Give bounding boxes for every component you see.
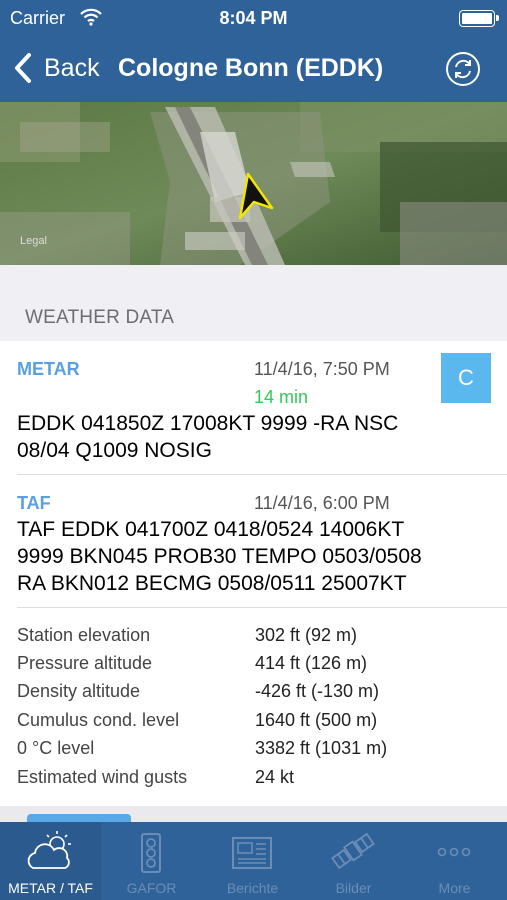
info-row-cumulus-level: Cumulus cond. level 1640 ft (500 m) [17, 710, 487, 738]
info-row-freezing-level: 0 °C level 3382 ft (1031 m) [17, 738, 487, 766]
metar-line: 08/04 Q1009 NOSIG [17, 439, 212, 462]
tab-bar: METAR / TAF GAFOR Berichte Bilder More [0, 822, 507, 900]
info-key: Pressure altitude [17, 653, 153, 673]
tab-label: Berichte [226, 880, 279, 896]
info-key: 0 °C level [17, 738, 95, 758]
chevron-left-icon [15, 53, 31, 83]
taf-line: TAF EDDK 041700Z 0418/0524 14006KT [17, 518, 405, 541]
battery-icon [459, 10, 499, 27]
info-key: Cumulus cond. level [17, 710, 180, 730]
info-value: 414 ft (126 m) [255, 653, 368, 673]
taf-line: 9999 BKN045 PROB30 TEMPO 0503/0508 [17, 545, 422, 568]
satellite-icon [331, 832, 375, 870]
metar-timestamp: 11/4/16, 7:50 PM [254, 359, 390, 379]
navigation-bar: Back Cologne Bonn (EDDK) [0, 38, 507, 102]
info-value: 3382 ft (1031 m) [255, 738, 388, 758]
tab-label: GAFOR [126, 880, 177, 896]
tab-gafor[interactable]: GAFOR [101, 822, 202, 900]
info-row-density-altitude: Density altitude -426 ft (-130 m) [17, 681, 487, 709]
map-legal-link[interactable]: Legal [20, 235, 47, 247]
airport-map[interactable]: Legal [0, 102, 507, 265]
divider [17, 607, 507, 608]
info-row-wind-gusts: Estimated wind gusts 24 kt [17, 767, 487, 795]
status-bar: Carrier 8:04 PM [0, 0, 507, 38]
info-key: Density altitude [17, 681, 141, 701]
page-title: Cologne Bonn (EDDK) [118, 54, 384, 82]
metar-label: METAR [17, 359, 80, 379]
section-title: WEATHER DATA [25, 307, 175, 328]
info-key: Station elevation [17, 625, 151, 645]
copy-button[interactable]: C [441, 353, 491, 403]
back-button[interactable]: Back [12, 52, 100, 84]
traffic-light-icon [141, 833, 161, 873]
info-key: Estimated wind gusts [17, 767, 188, 787]
cloud-sun-icon [27, 831, 71, 869]
info-row-station-elevation: Station elevation 302 ft (92 m) [17, 625, 487, 653]
tab-berichte[interactable]: Berichte [202, 822, 303, 900]
tab-label: Bilder [335, 880, 372, 896]
tab-metar-taf[interactable]: METAR / TAF [0, 822, 101, 900]
weather-card: METAR 11/4/16, 7:50 PM 14 min C EDDK 041… [0, 341, 507, 806]
tab-label: More [438, 880, 471, 896]
info-value: 1640 ft (500 m) [255, 710, 378, 730]
newspaper-icon [232, 837, 272, 869]
taf-label: TAF [17, 493, 51, 513]
metar-report: EDDK 041850Z 17008KT 9999 -RA NSC 08/04 … [17, 410, 497, 464]
back-label: Back [44, 53, 100, 82]
metar-line: EDDK 041850Z 17008KT 9999 -RA NSC [17, 412, 399, 435]
taf-timestamp: 11/4/16, 6:00 PM [254, 493, 390, 513]
scroll-indicator [27, 814, 131, 822]
taf-report: TAF EDDK 041700Z 0418/0524 14006KT 9999 … [17, 516, 497, 597]
info-row-pressure-altitude: Pressure altitude 414 ft (126 m) [17, 653, 487, 681]
info-value: 302 ft (92 m) [255, 625, 358, 645]
divider [17, 474, 507, 475]
info-value: 24 kt [255, 767, 295, 787]
metar-age: 14 min [254, 387, 309, 407]
more-dots-icon [437, 847, 471, 857]
status-time: 8:04 PM [219, 8, 288, 28]
taf-line: RA BKN012 BECMG 0508/0511 25007KT [17, 572, 407, 595]
tab-label: METAR / TAF [8, 880, 93, 896]
section-header: WEATHER DATA [0, 265, 507, 341]
aircraft-position-icon [238, 172, 274, 220]
info-value: -426 ft (-130 m) [255, 681, 380, 701]
tab-bilder[interactable]: Bilder [303, 822, 404, 900]
next-section-peek [0, 806, 507, 822]
refresh-icon[interactable] [445, 51, 481, 87]
tab-more[interactable]: More [404, 822, 505, 900]
